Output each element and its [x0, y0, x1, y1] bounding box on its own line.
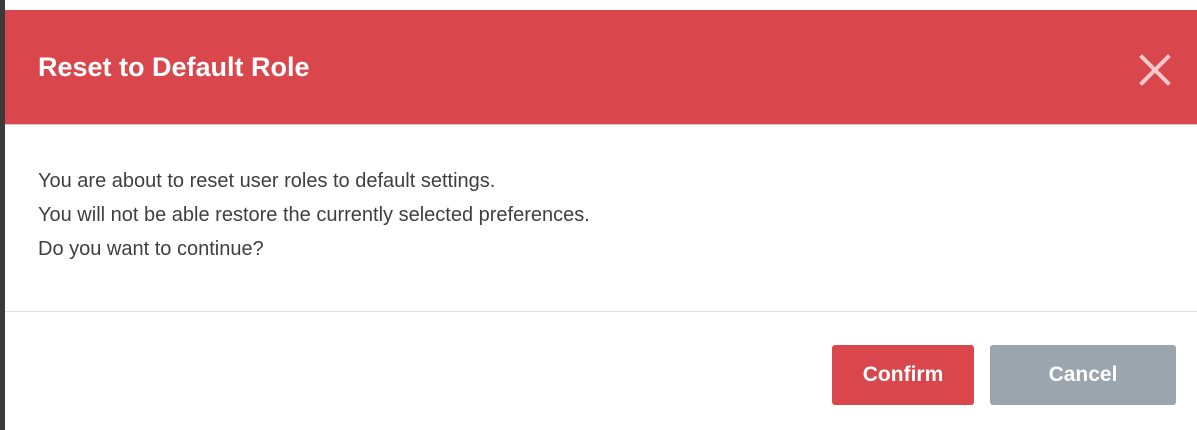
dialog-message: You are about to reset user roles to def… — [38, 164, 1138, 266]
dialog-header: Reset to Default Role — [5, 10, 1197, 125]
message-line: You are about to reset user roles to def… — [38, 170, 496, 192]
message-line: Do you want to continue? — [38, 238, 264, 260]
close-icon — [1139, 54, 1171, 86]
cancel-button[interactable]: Cancel — [990, 345, 1176, 405]
dialog-title: Reset to Default Role — [38, 52, 310, 82]
message-line: You will not be able restore the current… — [38, 204, 590, 226]
footer-divider — [5, 311, 1197, 312]
close-button[interactable] — [1135, 50, 1175, 90]
confirm-button[interactable]: Confirm — [832, 345, 974, 405]
reset-role-dialog: Reset to Default Role You are about to r… — [5, 10, 1197, 430]
